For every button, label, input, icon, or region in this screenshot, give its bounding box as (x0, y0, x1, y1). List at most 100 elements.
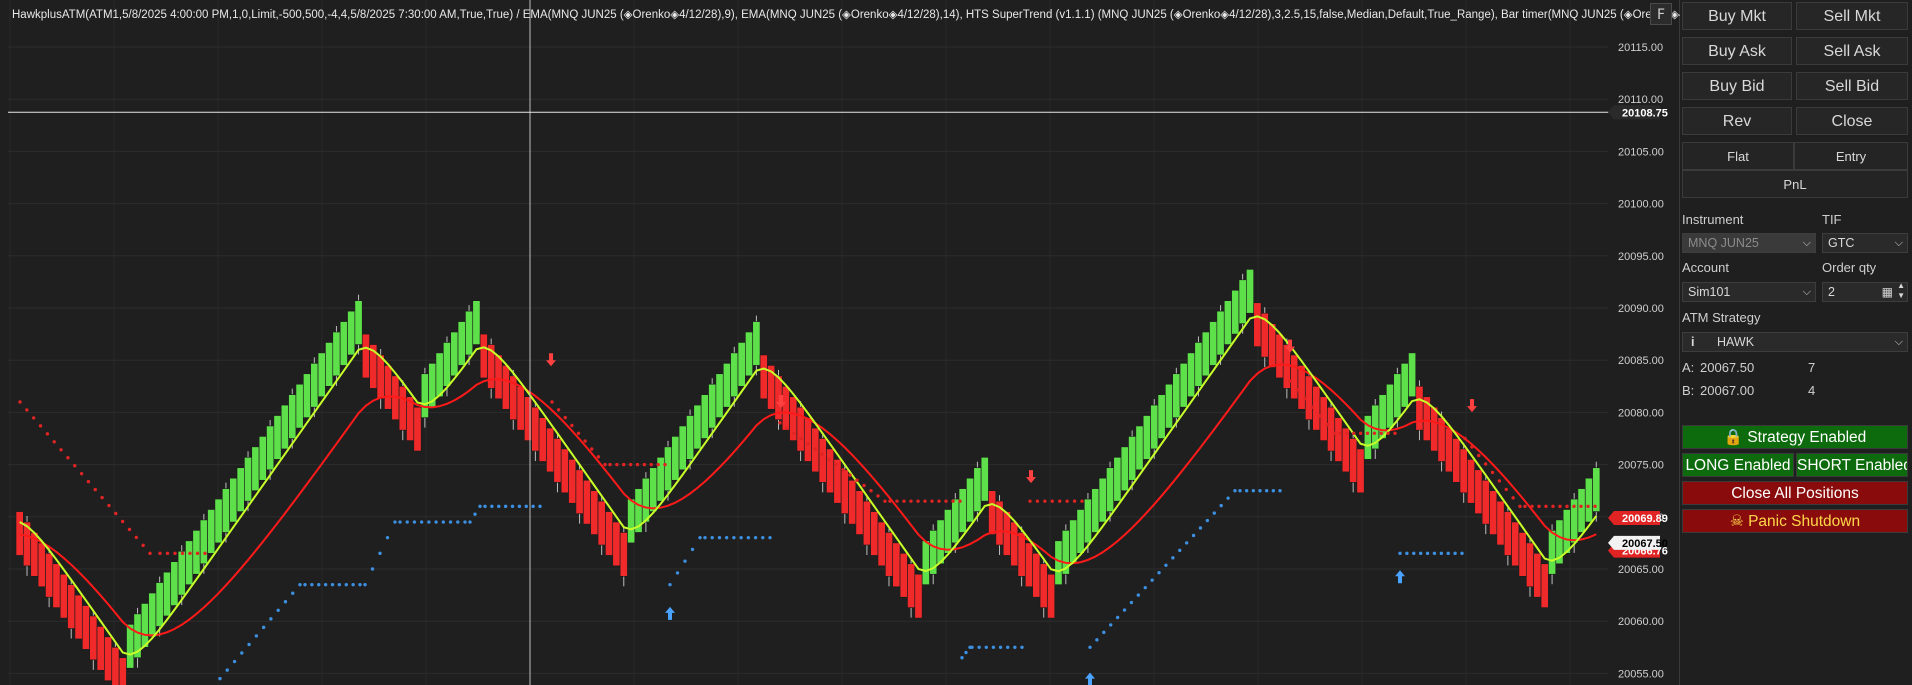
up-bar (140, 603, 149, 648)
down-bar (1430, 406, 1439, 452)
down-bar (89, 615, 98, 661)
buy-ask-button[interactable]: Buy Ask (1682, 37, 1792, 65)
down-bar (413, 406, 422, 452)
supertrend-down-dot (642, 462, 647, 467)
up-bar (730, 352, 739, 398)
up-bar (236, 467, 245, 512)
down-bar (619, 532, 628, 577)
instrument-select[interactable]: MNQ JUN25 ⌵ (1682, 233, 1816, 253)
down-bar (1341, 427, 1350, 473)
price-chart[interactable]: 20115.00 20110.00 20105.00 20100.00 20095.00… (0, 0, 1680, 685)
supertrend-down-dot (165, 551, 170, 556)
up-bar (251, 446, 260, 491)
supertrend-down-dot (895, 499, 899, 503)
supertrend-down-dot (869, 489, 873, 493)
order-qty-value: 2 (1828, 285, 1835, 299)
strategy-enabled-button[interactable]: 🔒 Strategy Enabled (1682, 425, 1908, 449)
supertrend-down-dot (1530, 504, 1534, 509)
supertrend-up-dot (1171, 556, 1175, 560)
supertrend-down-dot (1325, 422, 1330, 427)
supertrend-up-dot (1439, 551, 1444, 556)
sell-bid-button[interactable]: Sell Bid (1796, 72, 1908, 100)
up-bar (1120, 446, 1129, 491)
down-bar (1039, 563, 1048, 608)
up-bar (664, 446, 672, 491)
down-bar (1526, 542, 1534, 588)
supertrend-down-dot (18, 400, 22, 404)
supertrend-up-dot (510, 504, 515, 509)
up-bar (332, 331, 341, 377)
supertrend-up-dot (710, 535, 714, 540)
tab-entry[interactable]: Entry (1794, 142, 1908, 170)
supertrend-up-dot (1264, 489, 1269, 493)
up-bar (148, 592, 157, 638)
info-icon[interactable]: i (1691, 333, 1694, 351)
tab-pnl[interactable]: PnL (1682, 170, 1908, 198)
close-all-positions-button[interactable]: Close All Positions (1682, 481, 1908, 505)
account-select[interactable]: Sim101 ⌵ (1682, 282, 1816, 302)
supertrend-down-dot (1579, 504, 1583, 509)
supertrend-up-dot (419, 520, 424, 524)
up-bar (943, 509, 952, 554)
supertrend-down-dot (656, 462, 660, 467)
supertrend-down-dot (649, 462, 653, 467)
supertrend-down-dot (888, 499, 892, 503)
supertrend-down-dot (180, 551, 185, 556)
supertrend-up-dot (668, 582, 672, 587)
supertrend-down-dot (556, 408, 561, 412)
sell-ask-button[interactable]: Sell Ask (1796, 37, 1908, 65)
supertrend-down-dot (25, 408, 29, 412)
supertrend-up-dot (330, 582, 335, 587)
down-bar (37, 542, 46, 588)
down-bar (870, 511, 879, 556)
price-axis-label: 20080.00 (1618, 407, 1664, 419)
sell-mkt-button[interactable]: Sell Mkt (1796, 2, 1908, 30)
up-bar (177, 550, 186, 596)
short-enabled-button[interactable]: SHORT Enabled (1796, 453, 1908, 477)
supertrend-up-dot (1191, 533, 1196, 538)
chart-area[interactable]: 20115.00 20110.00 20105.00 20100.00 20095.00… (0, 0, 1725, 685)
supertrend-up-dot (739, 535, 743, 540)
close-button[interactable]: Close (1796, 107, 1908, 135)
supertrend-up-dot (683, 559, 687, 563)
supertrend-up-dot (1164, 563, 1168, 567)
atm-strategy-select[interactable]: i HAWK ⌵ (1682, 332, 1908, 352)
down-bar (398, 385, 407, 431)
supertrend-down-dot (862, 483, 866, 488)
supertrend-down-dot (855, 478, 859, 482)
supertrend-up-dot (531, 504, 535, 509)
up-bar (708, 383, 717, 429)
down-bar (826, 448, 835, 494)
supertrend-down-dot (1511, 496, 1515, 500)
panic-shutdown-button[interactable]: ☠ Panic Shutdown (1682, 509, 1908, 533)
up-bar (951, 498, 960, 544)
tif-select[interactable]: GTC ⌵ (1822, 233, 1908, 253)
supertrend-down-dot (1565, 504, 1569, 509)
order-qty-stepper[interactable]: 2 ▦ ▲ ▼ (1822, 281, 1908, 302)
buy-mkt-button[interactable]: Buy Mkt (1682, 2, 1792, 30)
supertrend-down-dot (73, 463, 77, 468)
f-button[interactable]: F (1650, 3, 1672, 25)
supertrend-down-dot (1043, 499, 1047, 503)
supertrend-up-dot (483, 504, 487, 509)
buy-bid-button[interactable]: Buy Bid (1682, 72, 1792, 100)
supertrend-up-dot (690, 547, 695, 552)
tab-flat[interactable]: Flat (1682, 142, 1794, 170)
down-bar (1047, 573, 1056, 619)
price-axis-label: 20115.00 (1618, 42, 1663, 54)
supertrend-down-dot (127, 527, 132, 532)
up-bar (958, 488, 967, 533)
up-bar (310, 363, 319, 408)
sell-arrow-icon (1026, 470, 1036, 484)
supertrend-up-dot (434, 520, 438, 524)
supertrend-up-dot (283, 600, 288, 604)
rev-button[interactable]: Rev (1682, 107, 1792, 135)
spin-arrows-icon[interactable]: ▲ ▼ (1897, 281, 1905, 301)
calculator-icon[interactable]: ▦ (1882, 283, 1893, 301)
supertrend-down-dot (792, 431, 796, 435)
ema-slow-line (19, 363, 1597, 637)
down-bar (1010, 521, 1019, 567)
long-enabled-button[interactable]: LONG Enabled (1682, 453, 1794, 477)
supertrend-up-dot (1143, 585, 1147, 590)
supertrend-down-dot (134, 535, 139, 540)
